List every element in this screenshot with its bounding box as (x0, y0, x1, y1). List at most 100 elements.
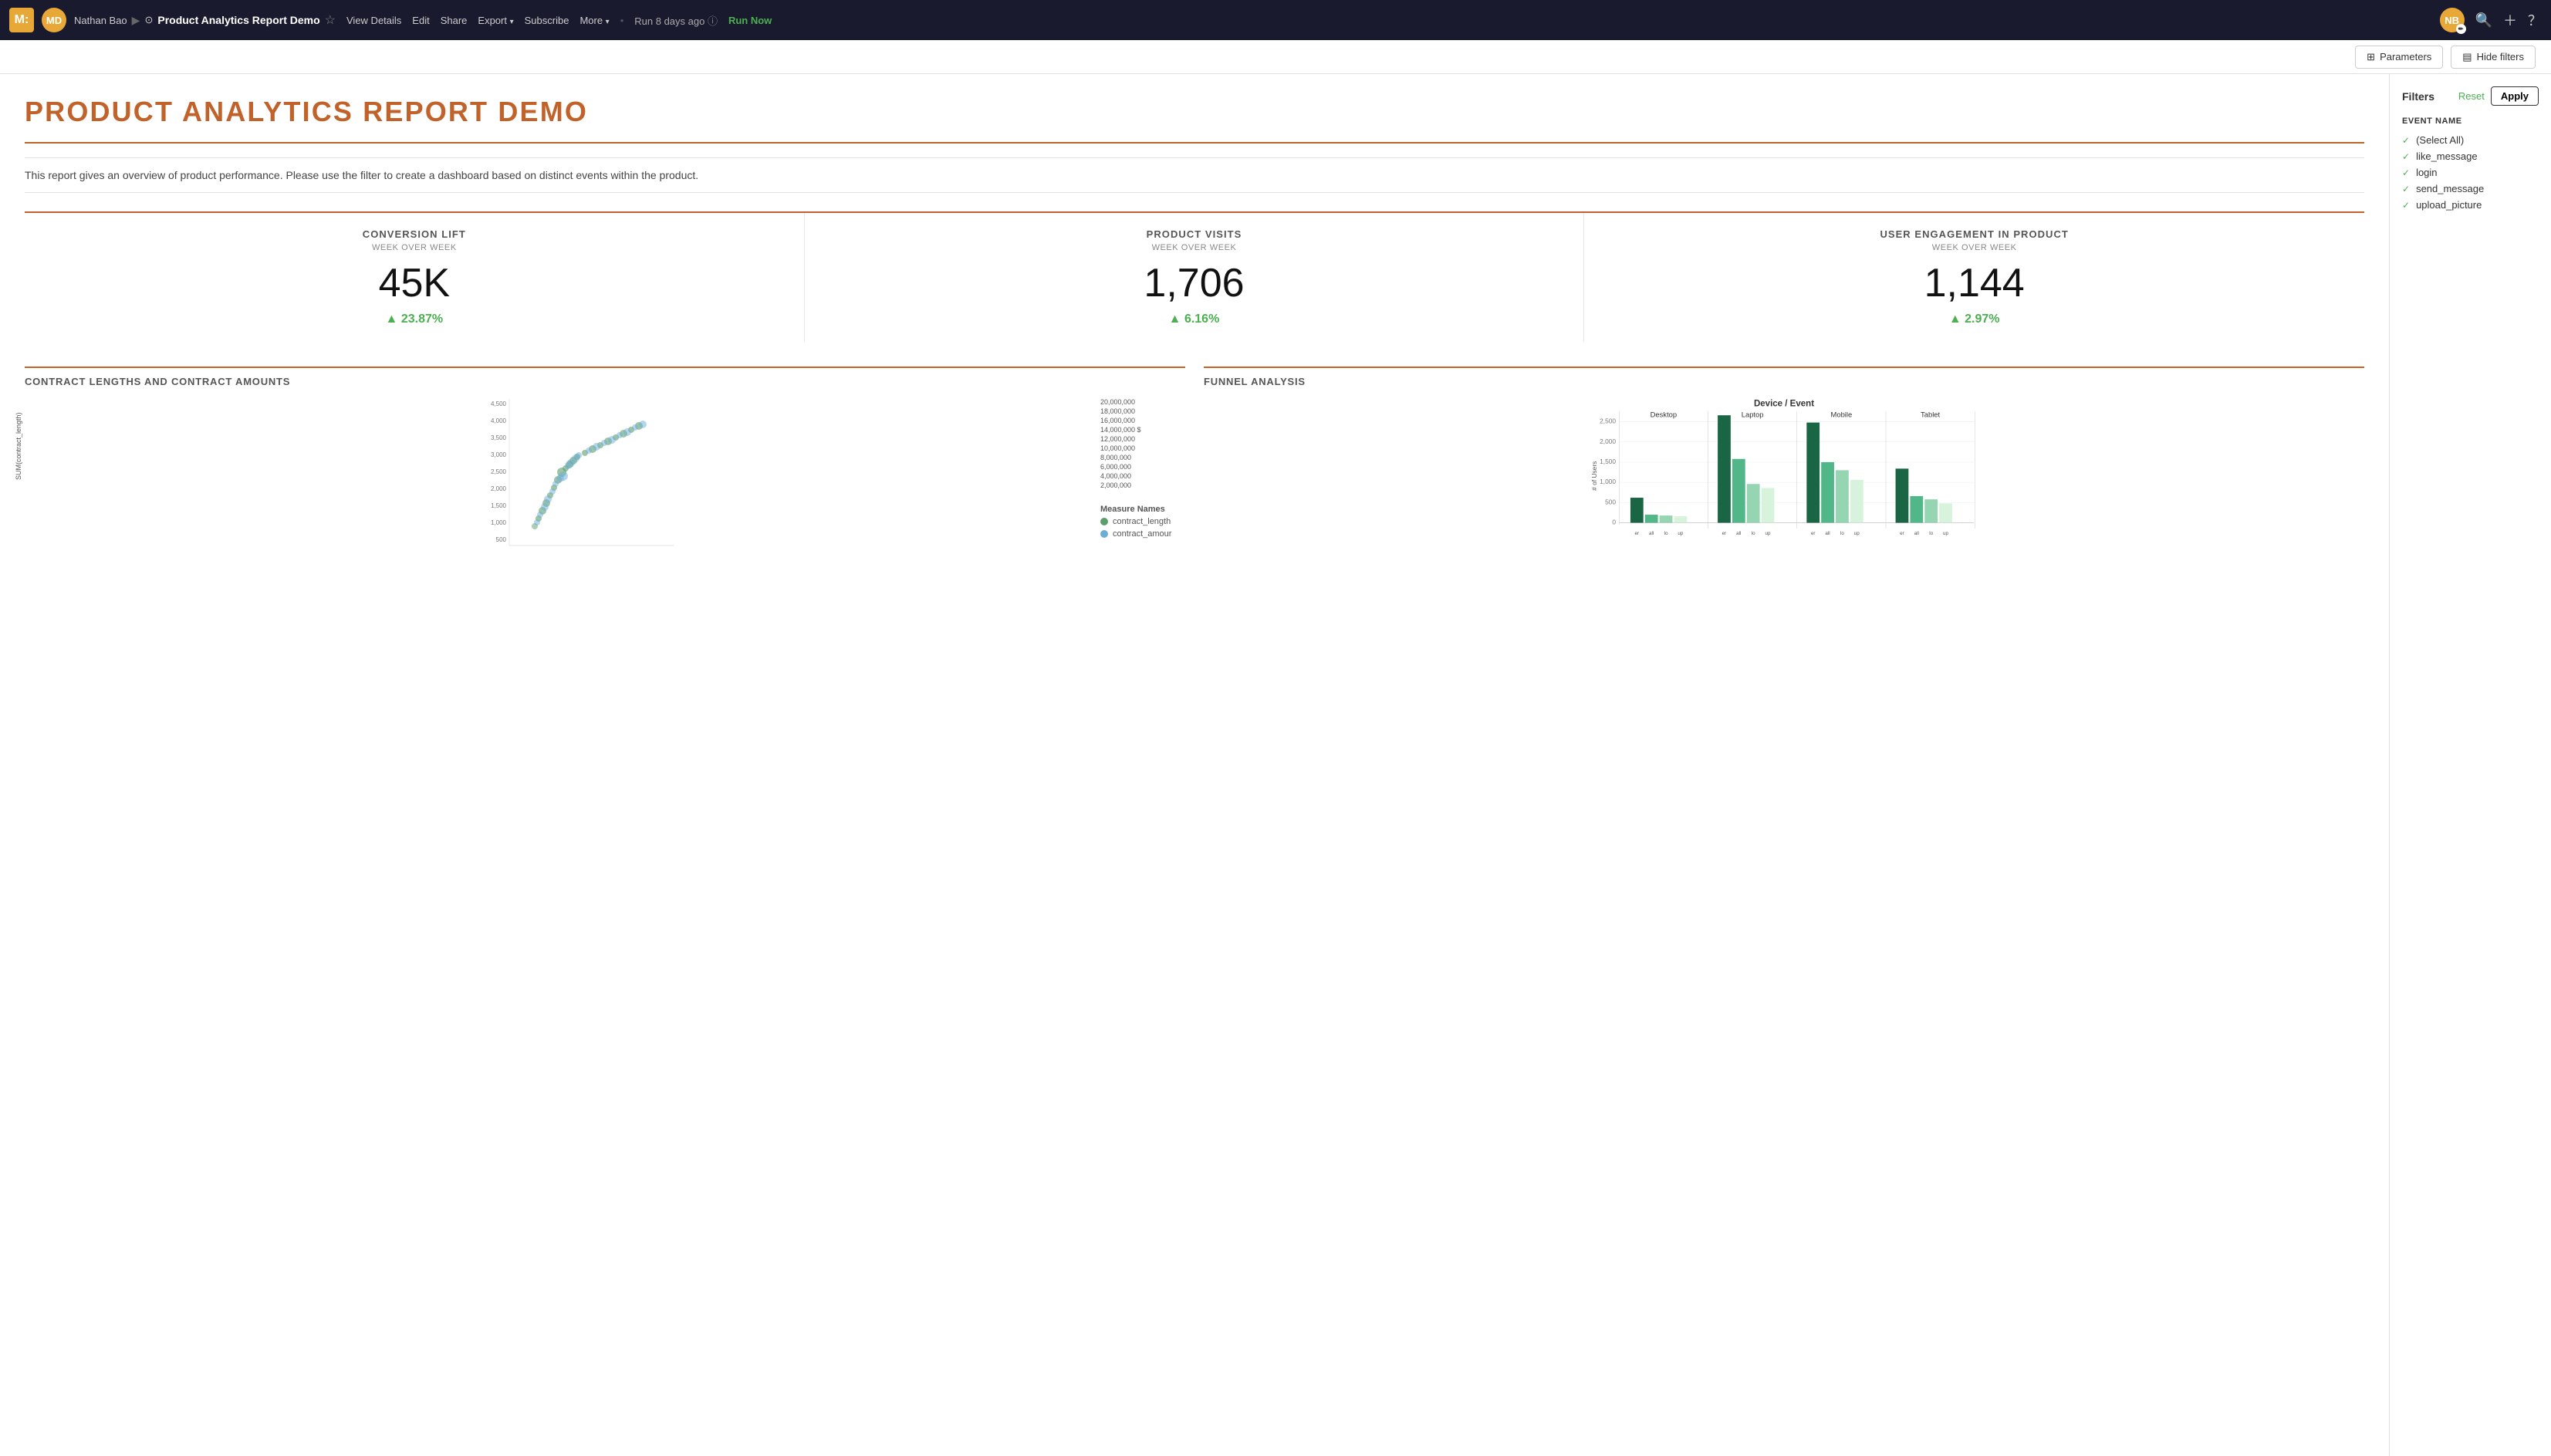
svg-text:all: all (1736, 531, 1741, 536)
legend-item-contract-length: contract_length (1100, 517, 1185, 526)
breadcrumb-sep: ▶ (132, 14, 140, 27)
svg-text:4,000: 4,000 (491, 417, 507, 424)
filter-icon: ▤ (2462, 51, 2472, 63)
filter-check-login: ✓ (2402, 167, 2410, 178)
svg-text:# of Users: # of Users (1590, 461, 1598, 491)
filter-item-login[interactable]: ✓ login (2402, 164, 2539, 181)
kpi-row: CONVERSION LIFT WEEK OVER WEEK 45K ▲ 23.… (25, 211, 2364, 342)
export-dropdown[interactable]: Export ▾ (478, 15, 513, 26)
svg-text:1,000: 1,000 (1600, 478, 1616, 485)
svg-text:2,500: 2,500 (1600, 417, 1616, 425)
view-details-link[interactable]: View Details (346, 15, 401, 26)
kpi-user-engagement: USER ENGAGEMENT IN PRODUCT WEEK OVER WEE… (1584, 213, 2364, 342)
kpi-conversion-value: 45K (43, 263, 786, 303)
subscribe-link[interactable]: Subscribe (525, 15, 569, 26)
filters-title: Filters (2402, 90, 2434, 103)
page-title: Product Analytics Report Demo (157, 14, 319, 26)
kpi-product-visits: PRODUCT VISITS WEEK OVER WEEK 1,706 ▲ 6.… (805, 213, 1585, 342)
help-icon[interactable]: ？ (2528, 10, 2542, 30)
topnav-right: NB ✏ 🔍 ＋ ？ (2440, 8, 2542, 32)
kpi-engagement-sub: WEEK OVER WEEK (1603, 243, 2346, 252)
app-logo[interactable]: M: (9, 8, 34, 32)
share-link[interactable]: Share (441, 15, 468, 26)
main-layout: PRODUCT ANALYTICS REPORT DEMO This repor… (0, 74, 2551, 1456)
scatter-right-panel: 20,000,000 18,000,000 16,000,000 14,000,… (1100, 395, 1185, 565)
svg-text:er: er (1900, 531, 1904, 536)
user-profile-avatar[interactable]: NB ✏ (2440, 8, 2465, 32)
content-area: PRODUCT ANALYTICS REPORT DEMO This repor… (0, 74, 2389, 1456)
star-icon[interactable]: ☆ (325, 12, 336, 28)
search-icon[interactable]: 🔍 (2475, 12, 2492, 29)
filter-check-send-message: ✓ (2402, 184, 2410, 194)
kpi-visits-label: PRODUCT VISITS (823, 228, 1566, 240)
filter-item-select-all[interactable]: ✓ (Select All) (2402, 132, 2539, 148)
svg-text:all: all (1914, 531, 1919, 536)
scatter-legend: Measure Names contract_length contract_a… (1100, 497, 1185, 539)
run-now-link[interactable]: Run Now (728, 15, 772, 26)
filter-check-upload-picture: ✓ (2402, 200, 2410, 211)
report-title: PRODUCT ANALYTICS REPORT DEMO (25, 96, 2364, 128)
kpi-conversion-lift: CONVERSION LIFT WEEK OVER WEEK 45K ▲ 23.… (25, 213, 805, 342)
legend-item-contract-amount: contract_amour (1100, 529, 1185, 539)
scatter-container: SUM(contract_length) 4,500 4,000 3,500 3… (25, 395, 1185, 565)
breadcrumb: Nathan Bao ▶ ⊙ Product Analytics Report … (74, 12, 336, 28)
kpi-visits-sub: WEEK OVER WEEK (823, 243, 1566, 252)
run-info: Run 8 days ago ⓘ (634, 13, 718, 28)
filter-items-list: ✓ (Select All) ✓ like_message ✓ login ✓ … (2402, 132, 2539, 213)
funnel-chart-container: Device / Event 2,500 2,000 1,500 1,000 5… (1204, 395, 2364, 565)
edit-link[interactable]: Edit (412, 15, 429, 26)
svg-text:lo: lo (1929, 531, 1933, 536)
user-avatar[interactable]: MD (42, 8, 66, 32)
svg-text:500: 500 (496, 536, 507, 543)
filter-check-like-message: ✓ (2402, 151, 2410, 162)
svg-text:Mobile: Mobile (1831, 410, 1853, 418)
filters-reset-button[interactable]: Reset (2458, 90, 2485, 102)
filter-item-like-message[interactable]: ✓ like_message (2402, 148, 2539, 164)
filters-header: Filters Reset Apply (2402, 86, 2539, 106)
svg-text:all: all (1649, 531, 1654, 536)
funnel-svg: Device / Event 2,500 2,000 1,500 1,000 5… (1204, 395, 2364, 565)
svg-text:up: up (1765, 531, 1771, 536)
parameters-button[interactable]: ⊞ Parameters (2355, 46, 2443, 69)
svg-text:1,500: 1,500 (491, 502, 507, 509)
svg-text:1,500: 1,500 (1600, 458, 1616, 465)
svg-text:lo: lo (1840, 531, 1844, 536)
svg-text:er: er (1635, 531, 1640, 536)
svg-text:Laptop: Laptop (1742, 410, 1764, 418)
hide-filters-button[interactable]: ▤ Hide filters (2451, 46, 2536, 69)
filters-apply-button[interactable]: Apply (2491, 86, 2539, 106)
charts-row: CONTRACT LENGTHS AND CONTRACT AMOUNTS SU… (25, 367, 2364, 565)
filter-item-upload-picture[interactable]: ✓ upload_picture (2402, 197, 2539, 213)
svg-text:lo: lo (1664, 531, 1668, 536)
svg-text:er: er (1722, 531, 1727, 536)
topnav-actions: View Details Edit Share Export ▾ Subscri… (346, 13, 772, 28)
user-name-link[interactable]: Nathan Bao (74, 15, 127, 26)
filters-panel: Filters Reset Apply EVENT NAME ✓ (Select… (2389, 74, 2551, 1456)
svg-text:2,000: 2,000 (491, 485, 507, 492)
svg-text:3,000: 3,000 (491, 451, 507, 458)
kpi-conversion-label: CONVERSION LIFT (43, 228, 786, 240)
svg-text:2,500: 2,500 (491, 468, 507, 475)
legend-dot-green (1100, 518, 1108, 525)
report-description: This report gives an overview of product… (25, 157, 2364, 193)
filter-item-send-message[interactable]: ✓ send_message (2402, 181, 2539, 197)
scatter-chart-section: CONTRACT LENGTHS AND CONTRACT AMOUNTS SU… (25, 367, 1185, 565)
add-icon[interactable]: ＋ (2503, 10, 2517, 30)
svg-text:2,000: 2,000 (1600, 437, 1616, 445)
avatar-edit-badge: ✏ (2456, 24, 2466, 34)
more-dropdown[interactable]: More ▾ (579, 15, 609, 26)
parameters-icon: ⊞ (2367, 51, 2375, 63)
svg-text:3,500: 3,500 (491, 434, 507, 441)
top-navigation: M: MD Nathan Bao ▶ ⊙ Product Analytics R… (0, 0, 2551, 40)
svg-text:up: up (1943, 531, 1948, 536)
svg-text:er: er (1811, 531, 1816, 536)
scatter-chart-title: CONTRACT LENGTHS AND CONTRACT AMOUNTS (25, 376, 1185, 387)
kpi-conversion-sub: WEEK OVER WEEK (43, 243, 786, 252)
svg-text:up: up (1678, 531, 1683, 536)
svg-text:Device / Event: Device / Event (1754, 400, 1814, 409)
kpi-visits-value: 1,706 (823, 263, 1566, 303)
svg-text:up: up (1854, 531, 1860, 536)
kpi-visits-change: ▲ 6.16% (823, 312, 1566, 326)
svg-text:500: 500 (1605, 498, 1616, 505)
svg-text:lo: lo (1752, 531, 1755, 536)
